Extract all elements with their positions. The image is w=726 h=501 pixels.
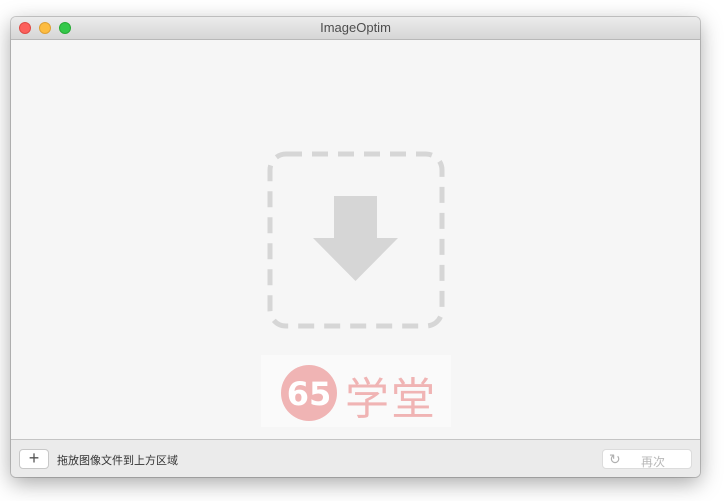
refresh-icon: ↻: [609, 451, 621, 467]
download-arrow-icon: [313, 196, 398, 281]
again-button[interactable]: ↻ 再次: [602, 449, 692, 469]
watermark-logo: 65: [281, 365, 337, 421]
watermark-number: 65: [287, 375, 332, 413]
watermark: 65 学堂: [261, 355, 451, 427]
drop-hint-text: 拖放图像文件到上方区域: [57, 454, 178, 467]
watermark-text: 学堂: [345, 374, 437, 425]
bottom-toolbar: + 拖放图像文件到上方区域 ↻ 再次: [11, 439, 700, 477]
app-window: ImageOptim 65 学堂 + 拖放图像文件到上方区域 ↻ 再次: [11, 17, 700, 477]
again-button-label: 再次: [641, 455, 666, 469]
add-files-button[interactable]: +: [19, 449, 49, 469]
drop-zone[interactable]: [266, 150, 446, 330]
drop-area[interactable]: 65 学堂: [11, 40, 700, 439]
window-title: ImageOptim: [320, 20, 391, 35]
title-bar[interactable]: ImageOptim: [11, 17, 700, 40]
